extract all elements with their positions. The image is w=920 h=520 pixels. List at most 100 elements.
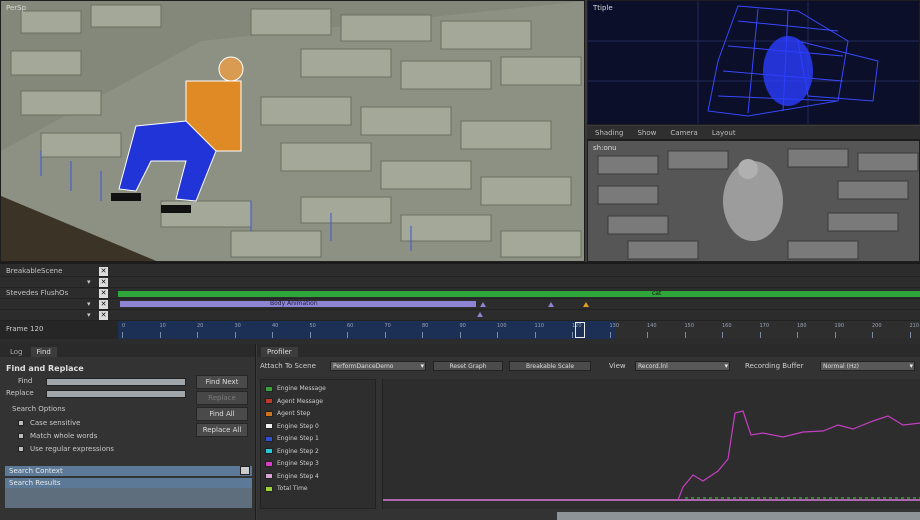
main-3d-viewport[interactable]: PerSp bbox=[0, 0, 585, 262]
wireframe-scene bbox=[588, 1, 919, 124]
horizontal-scrollbar[interactable] bbox=[557, 512, 920, 520]
expand-icon[interactable]: ▾ bbox=[87, 311, 91, 319]
ruler-tick bbox=[347, 332, 348, 338]
find-label: Find bbox=[18, 377, 33, 385]
find-next-button[interactable]: Find Next bbox=[196, 375, 248, 389]
legend-label: Agent Message bbox=[277, 397, 323, 405]
tab-profiler[interactable]: Profiler bbox=[261, 347, 298, 357]
ruler-tick bbox=[384, 332, 386, 338]
timeline-panel: BreakableScene ✕ ▾ ✕ Stevedes FlushOs ✕ … bbox=[0, 262, 920, 344]
legend-swatch bbox=[265, 485, 273, 492]
track-row[interactable]: ▾ ✕ bbox=[0, 310, 920, 321]
brick-wall-scene bbox=[1, 1, 584, 261]
legend-item[interactable]: Total Time bbox=[265, 485, 308, 492]
ruler-tick bbox=[572, 332, 573, 338]
regex-checkbox[interactable] bbox=[18, 446, 24, 452]
event-marker[interactable] bbox=[583, 302, 589, 307]
replace-all-button[interactable]: Replace All bbox=[196, 423, 248, 437]
ruler-tick bbox=[497, 332, 498, 338]
ruler-tick bbox=[684, 332, 686, 338]
search-options-label: Search Options bbox=[12, 405, 66, 413]
search-context-header[interactable]: Search Context bbox=[5, 466, 252, 476]
legend-label: Engine Step 2 bbox=[277, 447, 319, 455]
legend-item[interactable]: Engine Step 4 bbox=[265, 473, 319, 480]
clip-label-green: cat bbox=[652, 290, 662, 297]
legend-swatch bbox=[265, 423, 273, 429]
frame-ruler-row: Frame 120 0 10 20 30 40 50 60 70 80 90 100 110 120 13… bbox=[0, 321, 920, 339]
playhead[interactable] bbox=[575, 322, 585, 338]
ruler-tick bbox=[909, 332, 911, 338]
legend-item[interactable]: Agent Step bbox=[265, 410, 310, 417]
menu-camera[interactable]: Camera bbox=[670, 129, 697, 137]
ruler-tick-label: 0 bbox=[122, 323, 126, 329]
whole-words-label: Match whole words bbox=[30, 432, 98, 440]
close-icon[interactable]: ✕ bbox=[99, 300, 108, 309]
legend-swatch bbox=[265, 460, 273, 467]
track-row[interactable]: ▾ ✕ bbox=[0, 277, 920, 288]
ruler-tick bbox=[797, 332, 798, 338]
ruler-tick-label: 200 bbox=[872, 323, 882, 329]
case-sensitive-label: Case sensitive bbox=[30, 419, 81, 427]
attach-label: Attach To Scene bbox=[260, 362, 316, 370]
whole-words-checkbox[interactable] bbox=[18, 433, 24, 439]
ruler-tick bbox=[309, 332, 311, 338]
shaded-scene bbox=[588, 141, 919, 261]
view-label: View bbox=[609, 362, 626, 370]
legend-item[interactable]: Engine Message bbox=[265, 385, 326, 392]
ruler-tick-label: 90 bbox=[459, 323, 466, 329]
close-icon[interactable]: ✕ bbox=[99, 278, 108, 287]
legend-item[interactable]: Engine Step 1 bbox=[265, 435, 319, 442]
tab-log[interactable]: Log bbox=[4, 347, 29, 357]
wireframe-viewport[interactable]: Ttiple bbox=[587, 0, 920, 125]
legend-item[interactable]: Engine Step 0 bbox=[265, 423, 319, 430]
legend-label: Engine Message bbox=[277, 385, 326, 392]
find-input[interactable] bbox=[46, 378, 186, 386]
context-picker-icon[interactable] bbox=[240, 466, 250, 475]
close-icon[interactable]: ✕ bbox=[99, 311, 108, 320]
ruler-tick-label: 80 bbox=[422, 323, 429, 329]
close-icon[interactable]: ✕ bbox=[99, 289, 108, 298]
tab-find[interactable]: Find bbox=[30, 347, 57, 357]
legend-swatch bbox=[265, 435, 273, 442]
search-results-header[interactable]: Search Results bbox=[5, 478, 252, 488]
keyframe-marker[interactable] bbox=[480, 302, 486, 307]
case-sensitive-checkbox[interactable] bbox=[18, 420, 24, 426]
breakable-scale-button[interactable]: Breakable Scale bbox=[509, 361, 591, 371]
shaded-viewport[interactable]: sh:onu bbox=[587, 140, 920, 262]
ruler-tick-label: 50 bbox=[309, 323, 316, 329]
find-panel-title: Find and Replace bbox=[6, 364, 84, 373]
track-row[interactable]: BreakableScene ✕ bbox=[0, 266, 920, 277]
clip-bar-green[interactable] bbox=[118, 291, 920, 297]
frame-label: Frame 120 bbox=[6, 325, 44, 333]
menu-layout[interactable]: Layout bbox=[712, 129, 736, 137]
find-all-button[interactable]: Find All bbox=[196, 407, 248, 421]
close-icon[interactable]: ✕ bbox=[99, 267, 108, 276]
profiler-toolbar: Attach To Scene PerformDanceDemo Reset G… bbox=[257, 358, 920, 374]
expand-icon[interactable]: ▾ bbox=[87, 278, 91, 286]
ruler-tick-label: 10 bbox=[159, 323, 166, 329]
reset-graph-button[interactable]: Reset Graph bbox=[433, 361, 503, 371]
legend-swatch bbox=[265, 398, 273, 404]
legend-item[interactable]: Engine Step 2 bbox=[265, 448, 319, 455]
attach-scene-dropdown[interactable]: PerformDanceDemo bbox=[330, 361, 426, 371]
keyframe-marker[interactable] bbox=[477, 312, 483, 317]
legend-item[interactable]: Engine Step 3 bbox=[265, 460, 319, 467]
legend-label: Engine Step 1 bbox=[277, 435, 319, 442]
track-name: BreakableScene bbox=[6, 267, 63, 275]
profiler-graph[interactable] bbox=[382, 379, 920, 509]
search-results-list[interactable] bbox=[5, 488, 252, 508]
menu-shading[interactable]: Shading bbox=[595, 129, 623, 137]
legend-item[interactable]: Agent Message bbox=[265, 398, 323, 405]
replace-input[interactable] bbox=[46, 390, 186, 398]
ruler-tick-label: 190 bbox=[834, 323, 845, 329]
ruler-tick-label: 140 bbox=[647, 323, 657, 329]
ruler-tick-label: 40 bbox=[272, 323, 279, 329]
frame-ruler[interactable]: 0 10 20 30 40 50 60 70 80 90 100 110 120 130 140 150 160… bbox=[118, 321, 920, 339]
expand-icon[interactable]: ▾ bbox=[87, 300, 91, 308]
menu-show[interactable]: Show bbox=[637, 129, 656, 137]
view-dropdown[interactable]: Record.lnl bbox=[635, 361, 730, 371]
keyframe-marker[interactable] bbox=[548, 302, 554, 307]
ruler-tick-label: 130 bbox=[609, 323, 620, 329]
recording-buffer-dropdown[interactable]: Normal (Hz) bbox=[820, 361, 915, 371]
replace-button[interactable]: Replace bbox=[196, 391, 248, 405]
